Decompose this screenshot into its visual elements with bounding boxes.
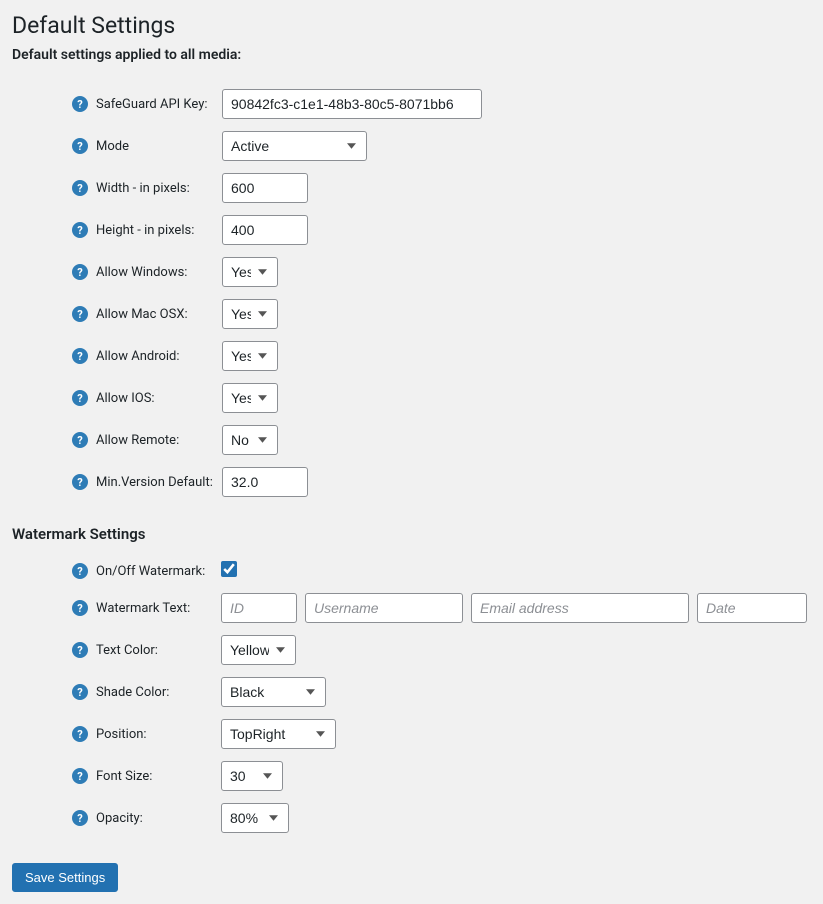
- api-key-input[interactable]: [222, 89, 482, 119]
- height-label: Height - in pixels:: [92, 209, 218, 251]
- watermark-username-input[interactable]: [305, 593, 463, 623]
- height-input[interactable]: [222, 215, 308, 245]
- allow-mac-select[interactable]: Yes: [222, 299, 278, 329]
- watermark-text-label: Watermark Text:: [92, 587, 217, 629]
- watermark-date-input[interactable]: [697, 593, 807, 623]
- allow-android-label: Allow Android:: [92, 335, 218, 377]
- help-icon[interactable]: ?: [72, 348, 88, 364]
- help-icon[interactable]: ?: [72, 810, 88, 826]
- watermark-settings-table: ? On/Off Watermark: ? Watermark Text: ? …: [12, 555, 811, 839]
- allow-remote-select[interactable]: No: [222, 425, 278, 455]
- watermark-id-input[interactable]: [221, 593, 297, 623]
- mode-select[interactable]: Active: [222, 131, 367, 161]
- allow-remote-label: Allow Remote:: [92, 419, 218, 461]
- width-label: Width - in pixels:: [92, 167, 218, 209]
- save-button[interactable]: Save Settings: [12, 863, 118, 892]
- help-icon[interactable]: ?: [72, 138, 88, 154]
- help-icon[interactable]: ?: [72, 306, 88, 322]
- allow-windows-select[interactable]: Yes: [222, 257, 278, 287]
- help-icon[interactable]: ?: [72, 642, 88, 658]
- help-icon[interactable]: ?: [72, 264, 88, 280]
- mode-label: Mode: [92, 125, 218, 167]
- allow-ios-label: Allow IOS:: [92, 377, 218, 419]
- help-icon[interactable]: ?: [72, 222, 88, 238]
- watermark-heading: Watermark Settings: [12, 525, 811, 543]
- allow-android-select[interactable]: Yes: [222, 341, 278, 371]
- help-icon[interactable]: ?: [72, 474, 88, 490]
- help-icon[interactable]: ?: [72, 768, 88, 784]
- watermark-email-input[interactable]: [471, 593, 689, 623]
- min-version-input[interactable]: [222, 467, 308, 497]
- opacity-select[interactable]: 80%: [221, 803, 289, 833]
- help-icon[interactable]: ?: [72, 600, 88, 616]
- page-title: Default Settings: [12, 12, 811, 39]
- default-settings-table: ? SafeGuard API Key: ? Mode Active ? Wid…: [12, 83, 811, 503]
- text-color-select[interactable]: Yellow: [221, 635, 296, 665]
- min-version-label: Min.Version Default:: [92, 461, 218, 503]
- width-input[interactable]: [222, 173, 308, 203]
- allow-windows-label: Allow Windows:: [92, 251, 218, 293]
- opacity-label: Opacity:: [92, 797, 217, 839]
- api-key-label: SafeGuard API Key:: [92, 83, 218, 125]
- text-color-label: Text Color:: [92, 629, 217, 671]
- position-select[interactable]: TopRight: [221, 719, 336, 749]
- onoff-label: On/Off Watermark:: [92, 555, 217, 587]
- help-icon[interactable]: ?: [72, 96, 88, 112]
- font-size-select[interactable]: 30: [221, 761, 283, 791]
- shade-color-select[interactable]: Black: [221, 677, 326, 707]
- shade-color-label: Shade Color:: [92, 671, 217, 713]
- description-text: Default settings applied to all media:: [12, 47, 811, 63]
- help-icon[interactable]: ?: [72, 684, 88, 700]
- help-icon[interactable]: ?: [72, 180, 88, 196]
- help-icon[interactable]: ?: [72, 726, 88, 742]
- help-icon[interactable]: ?: [72, 432, 88, 448]
- onoff-checkbox[interactable]: [221, 561, 237, 577]
- allow-ios-select[interactable]: Yes: [222, 383, 278, 413]
- font-size-label: Font Size:: [92, 755, 217, 797]
- allow-mac-label: Allow Mac OSX:: [92, 293, 218, 335]
- help-icon[interactable]: ?: [72, 563, 88, 579]
- position-label: Position:: [92, 713, 217, 755]
- help-icon[interactable]: ?: [72, 390, 88, 406]
